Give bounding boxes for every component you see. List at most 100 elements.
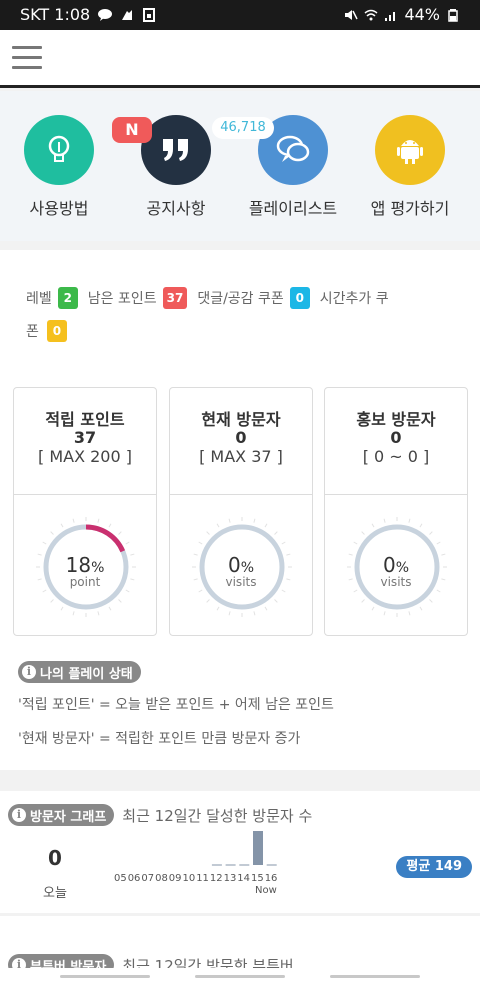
points-tag: 37: [162, 287, 188, 309]
card-range: [ MAX 200 ]: [38, 447, 132, 466]
card-promo-visitors: 홍보 방문자 0 [ 0 ~ 0 ] 0% visits: [324, 387, 468, 636]
status-panel: 레벨 2 남은 포인트 37 댓글/공감 쿠폰 0 시간추가 쿠 폰 0 적립 …: [0, 250, 480, 770]
gesture-icon: [122, 9, 133, 20]
graph-bar: [253, 831, 263, 865]
gauge-tick: [408, 518, 411, 523]
graph-day-label: 16: [265, 873, 278, 884]
graph-day-label: 14: [237, 873, 250, 884]
android-icon: [397, 140, 423, 164]
card-title: 현재 방문자: [201, 410, 281, 429]
playlist-count-badge: 46,718: [212, 117, 274, 139]
lightbulb-icon: [48, 135, 70, 162]
gauge-tick: [419, 523, 423, 528]
nav-back[interactable]: [330, 975, 420, 978]
card-title: 홍보 방문자: [356, 410, 436, 429]
gauge-tick: [361, 599, 365, 603]
menu-label: 플레이리스트: [248, 199, 338, 218]
nav-recent[interactable]: [60, 975, 150, 978]
gauge-tick: [216, 606, 220, 611]
card-value: 0: [390, 428, 402, 447]
gauge-tick: [206, 599, 210, 603]
gauge-tick: [383, 611, 386, 616]
gauge-tick: [125, 541, 130, 545]
gauge-tick: [264, 523, 268, 528]
gauge-tick: [253, 611, 256, 616]
graph-day-label: 15: [251, 873, 264, 884]
gauge-tick: [97, 611, 100, 616]
graph-subtitle: 최근 12일간 달성한 방문자 수: [122, 806, 313, 825]
card-current-visitors: 현재 방문자 0 [ MAX 37 ] 0% visits: [169, 387, 313, 636]
info-icon: i: [22, 665, 36, 679]
graph-day-label: 06: [128, 873, 141, 884]
gauge-tick: [274, 599, 278, 603]
gauge-tick: [118, 599, 122, 603]
promo-gauge: 0% visits: [325, 495, 467, 635]
graph-now-label: Now: [255, 885, 277, 896]
gauge-tick: [108, 606, 112, 611]
gauge-tick: [108, 523, 112, 528]
gauge-tick: [216, 523, 220, 528]
menu-rate-app[interactable]: 앱 평가하기: [355, 115, 465, 219]
today-label: 오늘: [43, 886, 67, 901]
battery-icon: [448, 8, 458, 22]
gauge-tick: [281, 541, 286, 545]
gauge-tick: [97, 518, 100, 523]
gauge-tick: [429, 599, 433, 603]
note-current-visitors: '현재 방문자' = 적립한 포인트 만큼 방문자 증가: [18, 731, 301, 747]
top-menu: 사용방법 공지사항 플레이리스트 앱 평가하기 N 46,718: [0, 91, 480, 241]
carrier-time: SKT 1:08: [20, 5, 91, 24]
menu-label: 사용방법: [29, 199, 89, 218]
info-icon: i: [12, 808, 26, 822]
gauge-unit: visits: [225, 575, 257, 589]
gauge-unit: visits: [380, 575, 412, 589]
graph-day-label: 12: [210, 873, 223, 884]
menu-how-to-use[interactable]: 사용방법: [4, 115, 114, 219]
menu-circle: [375, 115, 445, 185]
nav-home[interactable]: [195, 975, 285, 978]
hamburger-menu-icon[interactable]: [12, 46, 42, 70]
card-title: 적립 포인트: [45, 410, 125, 429]
graph-day-label: 05: [114, 873, 127, 884]
card-value: 0: [235, 428, 247, 447]
coupon-label: 댓글/공감 쿠폰: [197, 291, 284, 307]
card-value: 37: [73, 428, 97, 447]
app-bar: [0, 30, 480, 88]
graph-day-label: 10: [183, 873, 196, 884]
graph-day-label: 09: [169, 873, 182, 884]
chat-icon: [276, 135, 310, 162]
gauge-tick: [125, 589, 130, 593]
gauge-tick: [383, 518, 386, 523]
gauge-tick: [436, 541, 441, 545]
gauge-tick: [72, 611, 75, 616]
gauge-tick: [429, 531, 433, 535]
play-status-pill: i 나의 플레이 상태: [18, 660, 141, 683]
gauge-tick: [42, 541, 47, 545]
mute-icon: [345, 9, 359, 20]
wifi-icon: [364, 9, 378, 20]
status-bar: SKT 1:08 44%: [0, 0, 480, 30]
info-line-2: 폰 0: [26, 320, 77, 342]
graph-day-label: 08: [155, 873, 168, 884]
coupon-tag: 0: [289, 287, 310, 309]
quote-icon: [163, 139, 188, 161]
gauge-tick: [42, 589, 47, 593]
gauge-percent: 18%: [65, 553, 105, 577]
sim-icon: [143, 7, 156, 22]
gauge-tick: [50, 599, 54, 603]
signal-icon: [385, 11, 396, 21]
gauge-tick: [228, 518, 231, 523]
visitor-graph-section: i 방문자 그래프 최근 12일간 달성한 방문자 수 0 오늘 05 06 07 08…: [0, 791, 480, 913]
level-tag: 2: [57, 287, 78, 309]
gauge-tick: [228, 611, 231, 616]
pill-label: 방문자 그래프: [30, 809, 107, 825]
points-gauge: 18% point: [14, 495, 156, 635]
level-label: 레벨: [26, 291, 52, 307]
graph-day-label: 11: [196, 873, 209, 884]
gauge-tick: [198, 589, 203, 593]
gauge-tick: [264, 606, 268, 611]
graph-day-label: 07: [141, 873, 154, 884]
menu-circle: [24, 115, 94, 185]
today-value: 0: [48, 846, 62, 870]
gauge-tick: [72, 518, 75, 523]
gauge-tick: [274, 531, 278, 535]
